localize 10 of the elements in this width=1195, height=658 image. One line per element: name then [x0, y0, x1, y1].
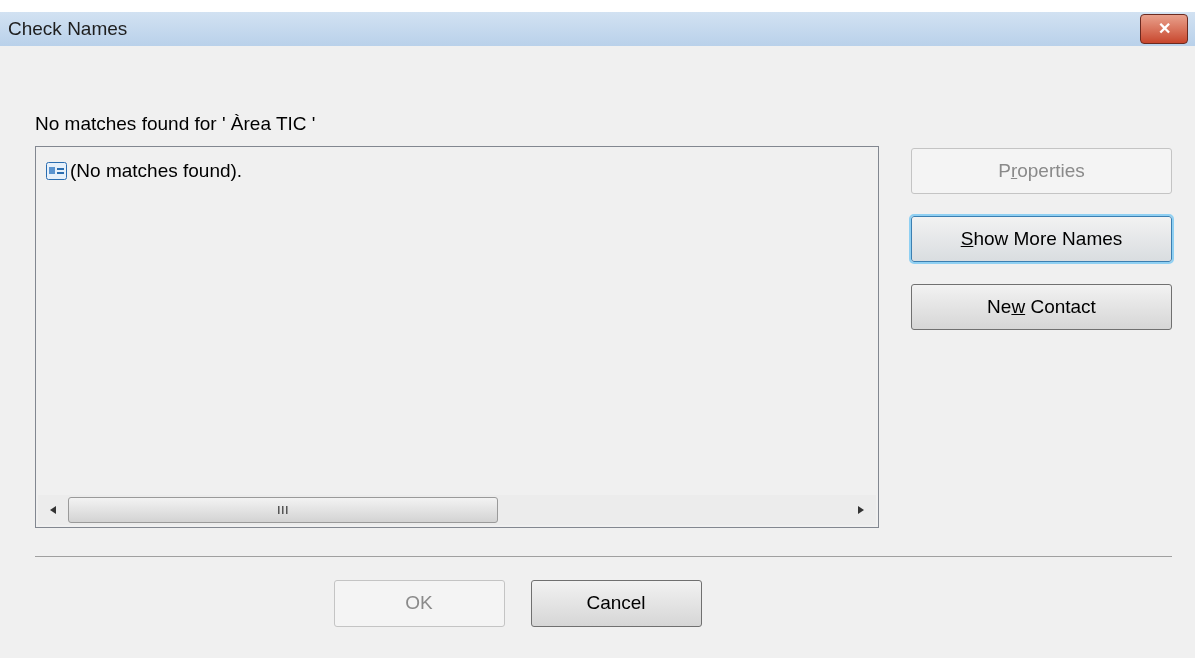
status-message: No matches found for ' Àrea TIC ' [35, 111, 316, 136]
contact-card-icon [46, 162, 67, 181]
result-item[interactable]: (No matches found). [70, 157, 243, 186]
grip-icon [277, 505, 289, 515]
dialog-button[interactable]: Show More Names [911, 216, 1172, 262]
dialog-button[interactable]: New Contact [911, 284, 1172, 330]
horizontal-scrollbar[interactable] [38, 495, 876, 525]
window-title: Check Names [8, 16, 128, 41]
dialog-button[interactable]: Cancel [530, 580, 702, 627]
scroll-thumb[interactable] [68, 497, 498, 523]
